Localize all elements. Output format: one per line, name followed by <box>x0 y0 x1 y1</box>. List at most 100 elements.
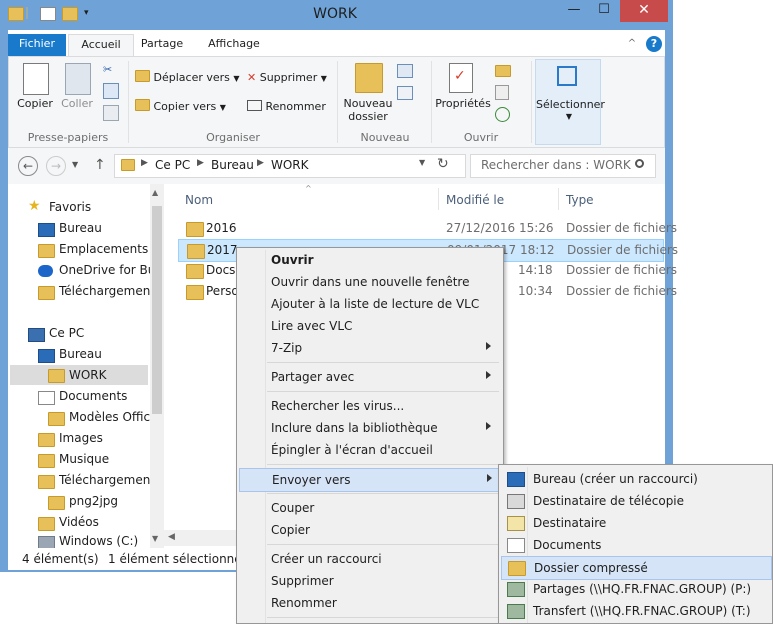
title-bar[interactable]: ▾ WORK — ☐ ✕ <box>0 0 673 30</box>
send-to-documents[interactable]: Documents <box>501 534 770 556</box>
back-button[interactable]: ← <box>18 156 38 176</box>
menu-item-open-new-window[interactable]: Ouvrir dans une nouvelle fenêtre <box>239 271 501 293</box>
column-separator[interactable] <box>438 188 439 210</box>
menu-item-play-vlc[interactable]: Lire avec VLC <box>239 315 501 337</box>
scroll-thumb[interactable] <box>152 206 162 414</box>
star-icon: ★ <box>28 198 41 214</box>
breadcrumb-this-pc[interactable]: Ce PC <box>155 158 190 172</box>
properties-qat-icon[interactable] <box>40 7 56 21</box>
help-icon[interactable]: ? <box>646 36 662 52</box>
address-field[interactable]: ▶ Ce PC ▶ Bureau ▶ WORK ▼ ↻ <box>114 154 466 178</box>
menu-item-create-shortcut[interactable]: Créer un raccourci <box>239 548 501 570</box>
nav-scrollbar[interactable]: ▲ ▼ <box>150 184 164 548</box>
open-icon[interactable] <box>495 65 511 77</box>
recent-locations-icon[interactable]: ▼ <box>72 160 78 169</box>
menu-separator <box>267 544 499 545</box>
up-arrow-icon[interactable]: ↑ <box>94 157 106 173</box>
nav-onedrive[interactable]: OneDrive for Bus <box>59 263 162 277</box>
tab-share[interactable]: Partage <box>132 34 192 56</box>
menu-item-scan-virus[interactable]: Rechercher les virus... <box>239 395 501 417</box>
paste-shortcut-icon[interactable] <box>103 105 119 121</box>
copy-to-button[interactable]: Copier vers ▼ <box>135 98 226 116</box>
tab-file[interactable]: Fichier <box>8 34 66 56</box>
edit-icon[interactable] <box>495 85 509 100</box>
rename-label: Renommer <box>265 100 326 113</box>
dropdown-arrow-icon: ▼ <box>233 74 240 83</box>
menu-item-7zip[interactable]: 7-Zip <box>239 337 501 359</box>
nav-favorites[interactable]: Favoris <box>49 200 91 214</box>
qat-dropdown-icon[interactable]: ▾ <box>84 7 94 19</box>
menu-item-delete[interactable]: Supprimer <box>239 570 501 592</box>
nav-work[interactable]: WORK <box>69 368 107 382</box>
select-button[interactable]: Sélectionner ▼ <box>535 59 605 145</box>
delete-button[interactable]: ✕ Supprimer ▼ <box>247 69 327 87</box>
menu-item-vlc-playlist[interactable]: Ajouter à la liste de lecture de VLC <box>239 293 501 315</box>
nav-documents[interactable]: Documents <box>59 389 127 403</box>
breadcrumb-desktop[interactable]: Bureau <box>211 158 254 172</box>
collapse-ribbon-icon[interactable]: ^ <box>624 34 640 56</box>
nav-downloads[interactable]: Téléchargements <box>59 473 161 487</box>
minimize-button[interactable]: — <box>560 0 588 22</box>
refresh-icon[interactable]: ↻ <box>437 156 449 172</box>
menu-item-share-with[interactable]: Partager avec <box>239 366 501 388</box>
close-button[interactable]: ✕ <box>620 0 668 22</box>
send-to-compressed-folder[interactable]: Dossier compressé <box>501 556 772 580</box>
menu-item-cut[interactable]: Couper <box>239 497 501 519</box>
send-to-share-p[interactable]: Partages (\\HQ.FR.FNAC.GROUP) (P:) <box>501 578 770 600</box>
search-input[interactable]: Rechercher dans : WORK <box>470 154 656 178</box>
rename-button[interactable]: Renommer <box>247 98 326 116</box>
menu-item-include-library[interactable]: Inclure dans la bibliothèque <box>239 417 501 439</box>
nav-recent-places[interactable]: Emplacements ré <box>59 242 164 256</box>
new-folder-qat-icon[interactable] <box>62 7 78 21</box>
nav-windows-c[interactable]: Windows (C:) <box>59 534 138 548</box>
new-folder-button[interactable]: Nouveau dossier <box>339 97 397 123</box>
properties-button[interactable]: Propriétés <box>433 97 493 110</box>
menu-item-copy[interactable]: Copier <box>239 519 501 541</box>
nav-images[interactable]: Images <box>59 431 103 445</box>
nav-downloads-favorite[interactable]: Téléchargements <box>59 284 161 298</box>
nav-pc-desktop[interactable]: Bureau <box>59 347 102 361</box>
desktop-icon <box>38 223 55 237</box>
paste-button[interactable]: Coller <box>57 97 97 110</box>
move-to-button[interactable]: Déplacer vers ▼ <box>135 69 240 87</box>
easy-access-icon[interactable] <box>397 86 413 100</box>
new-item-icon[interactable] <box>397 64 413 78</box>
history-icon[interactable] <box>495 107 510 122</box>
column-name[interactable]: Nom <box>185 193 213 207</box>
nav-this-pc[interactable]: Ce PC <box>49 326 84 340</box>
nav-office-templates[interactable]: Modèles Office <box>69 410 158 424</box>
maximize-button[interactable]: ☐ <box>590 0 618 22</box>
send-to-fax[interactable]: Destinataire de télécopie <box>501 490 770 512</box>
column-type[interactable]: Type <box>566 193 594 207</box>
menu-item-open[interactable]: Ouvrir <box>239 249 501 271</box>
copy-button[interactable]: Copier <box>15 97 55 110</box>
menu-item-rename[interactable]: Renommer <box>239 592 501 614</box>
copy-path-icon[interactable] <box>103 83 119 99</box>
folder-icon <box>186 285 204 300</box>
breadcrumb-work[interactable]: WORK <box>271 158 309 172</box>
search-placeholder: Rechercher dans : WORK <box>481 158 631 172</box>
file-row[interactable]: 2016 27/12/2016 15:26 Dossier de fichier… <box>178 218 677 239</box>
forward-button[interactable]: → <box>46 156 66 176</box>
navigation-pane: ★ Favoris Bureau Emplacements ré OneDriv… <box>8 184 164 550</box>
nav-videos[interactable]: Vidéos <box>59 515 99 529</box>
menu-item-pin-start[interactable]: Épingler à l'écran d'accueil <box>239 439 501 461</box>
copy-to-label: Copier vers <box>153 100 217 113</box>
nav-png2jpg[interactable]: png2jpg <box>69 494 118 508</box>
send-to-desktop[interactable]: Bureau (créer un raccourci) <box>501 468 770 490</box>
nav-music[interactable]: Musique <box>59 452 109 466</box>
tab-home[interactable]: Accueil <box>68 34 134 57</box>
tab-view[interactable]: Affichage <box>198 34 270 56</box>
address-dropdown-icon[interactable]: ▼ <box>419 158 425 167</box>
scroll-left-icon[interactable]: ◀ <box>168 532 175 542</box>
send-to-transfer-t[interactable]: Transfert (\\HQ.FR.FNAC.GROUP) (T:) <box>501 600 770 622</box>
nav-desktop[interactable]: Bureau <box>59 221 102 235</box>
send-to-mail[interactable]: Destinataire <box>501 512 770 534</box>
group-new-label: Nouveau <box>360 131 410 144</box>
scroll-down-icon[interactable]: ▼ <box>152 534 158 543</box>
menu-item-send-to[interactable]: Envoyer vers <box>239 468 503 492</box>
column-modified[interactable]: Modifié le <box>446 193 504 207</box>
cut-icon[interactable]: ✂ <box>103 61 112 79</box>
scroll-up-icon[interactable]: ▲ <box>152 188 158 197</box>
column-separator[interactable] <box>558 188 559 210</box>
